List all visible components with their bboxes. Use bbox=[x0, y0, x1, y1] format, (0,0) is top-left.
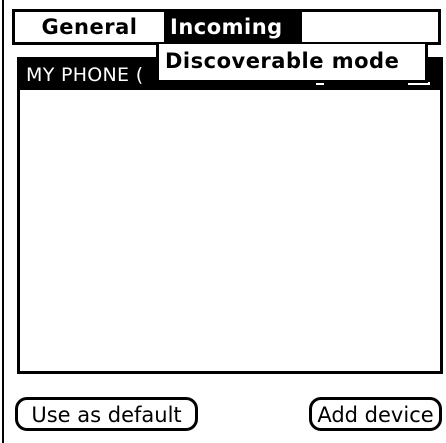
add-device-button[interactable]: Add device bbox=[309, 397, 442, 431]
screen-border bbox=[2, 0, 4, 443]
menu-general[interactable]: General bbox=[15, 12, 164, 42]
screen: General Incoming MY PHONE ( Discoverable… bbox=[0, 0, 446, 443]
menu-item-discoverable-mode[interactable]: Discoverable mode bbox=[165, 46, 399, 76]
device-list[interactable]: MY PHONE ( bbox=[17, 57, 443, 374]
menu-bar: General Incoming bbox=[12, 9, 441, 45]
device-name: MY PHONE ( bbox=[26, 64, 144, 86]
incoming-dropdown-menu: Discoverable mode bbox=[156, 44, 428, 83]
use-as-default-button[interactable]: Use as default bbox=[15, 397, 198, 431]
menu-incoming[interactable]: Incoming bbox=[164, 12, 302, 42]
